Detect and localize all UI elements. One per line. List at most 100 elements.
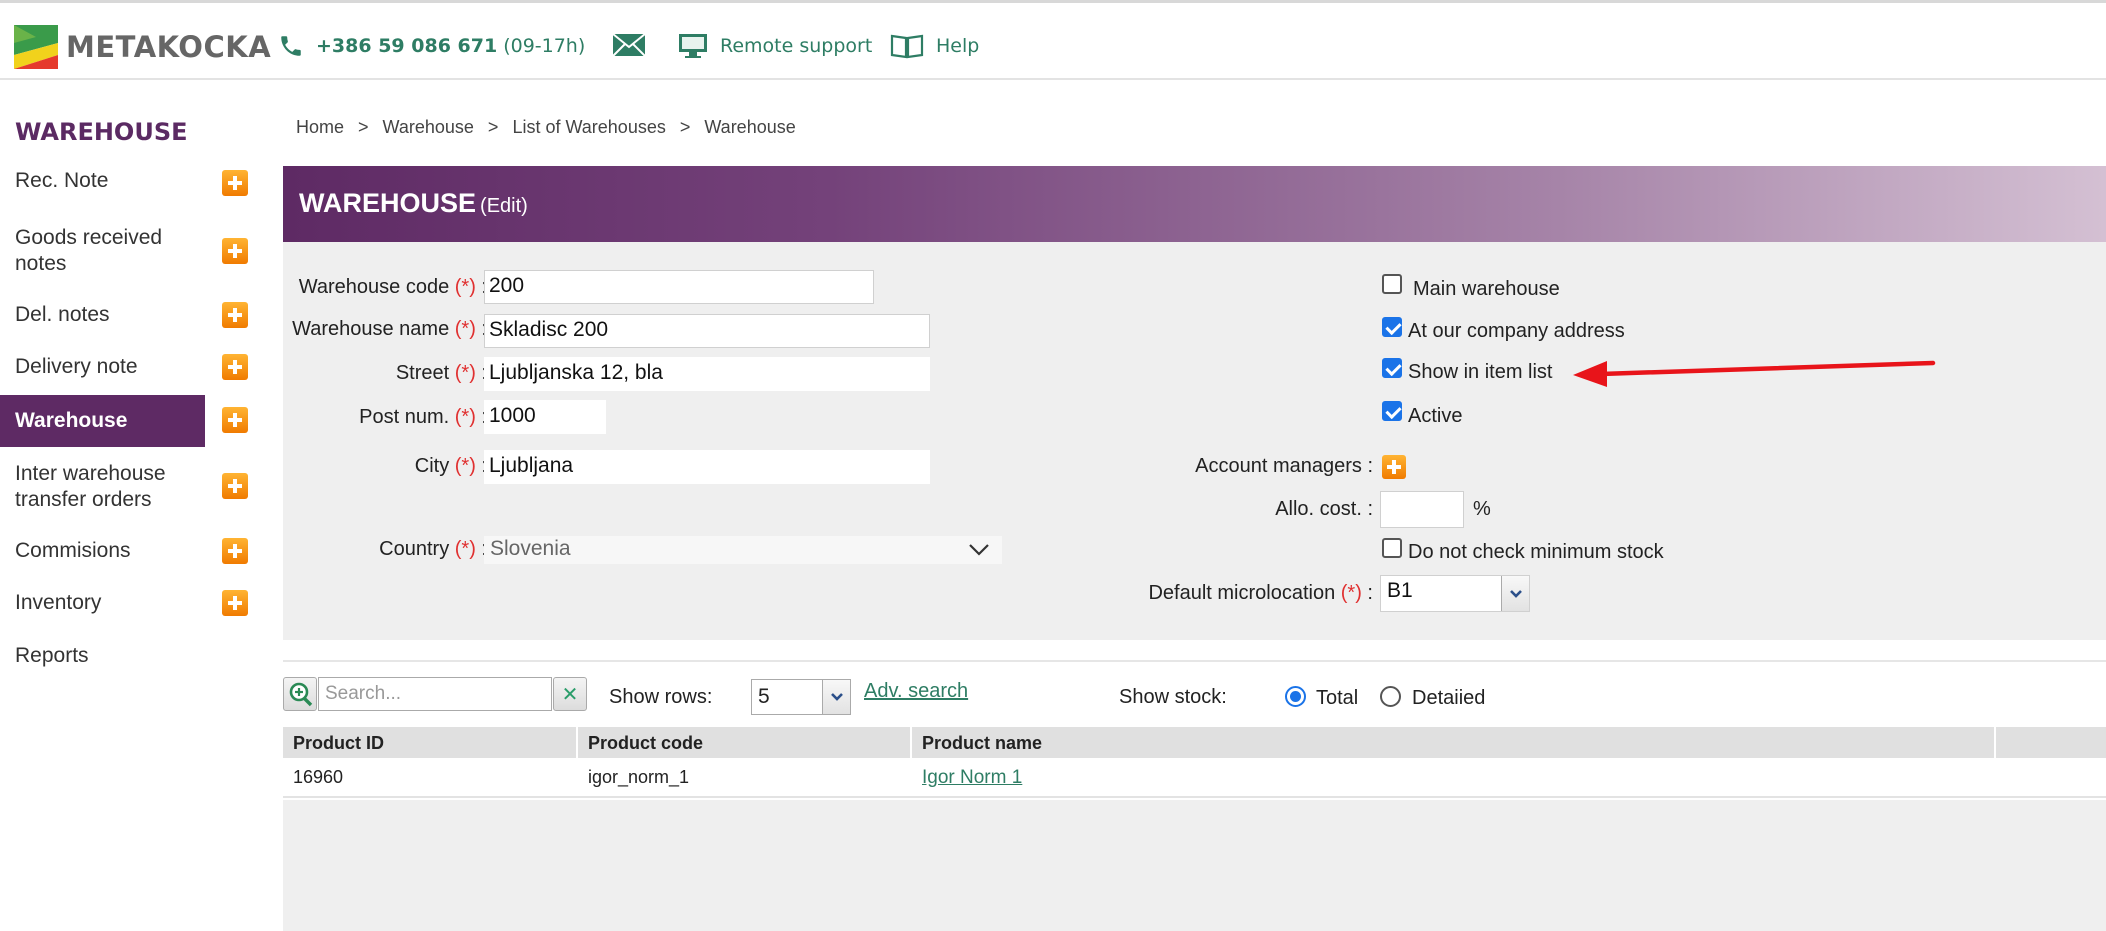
- street-label: Street (*) :: [395, 362, 487, 384]
- remote-support-link[interactable]: Remote support: [678, 33, 872, 59]
- default-microlocation-label: Default microlocation (*) :: [1148, 582, 1373, 604]
- add-inventory-icon[interactable]: [222, 590, 248, 616]
- post-num-field[interactable]: 1000: [484, 400, 606, 434]
- page-header-banner: WAREHOUSE (Edit): [283, 166, 2106, 242]
- breadcrumb-list-of-warehouses[interactable]: List of Warehouses: [512, 117, 665, 138]
- breadcrumb-home[interactable]: Home: [296, 117, 344, 138]
- country-value: Slovenia: [490, 537, 571, 560]
- column-header-product-name[interactable]: Product name: [912, 727, 1996, 758]
- show-stock-label: Show stock:: [1119, 686, 1227, 708]
- country-select[interactable]: Slovenia: [484, 536, 1002, 564]
- post-num-label: Post num. (*) :: [359, 406, 487, 428]
- breadcrumb-warehouse[interactable]: Warehouse: [383, 117, 474, 138]
- warehouse-code-label: Warehouse code (*) :: [298, 276, 487, 298]
- allo-cost-field[interactable]: [1380, 491, 1464, 528]
- sidebar-item-inter-warehouse-transfer-orders[interactable]: Inter warehouse transfer orders: [0, 460, 205, 514]
- phone-number: +386 59 086 671: [316, 35, 498, 57]
- stock-total-radio[interactable]: [1285, 686, 1306, 707]
- add-rec-note-icon[interactable]: [222, 170, 248, 196]
- help-label: Help: [936, 35, 980, 57]
- show-rows-label: Show rows:: [609, 686, 713, 708]
- active-checkbox[interactable]: [1382, 401, 1402, 421]
- envelope-icon: [612, 33, 646, 57]
- warehouse-name-field[interactable]: Skladisc 200: [484, 314, 930, 348]
- add-commision-icon[interactable]: [222, 538, 248, 564]
- main-warehouse-label: Main warehouse: [1413, 278, 1560, 300]
- phone-contact[interactable]: +386 59 086 671 (09-17h): [278, 33, 585, 59]
- microlocation-dropdown-button[interactable]: [1501, 576, 1529, 611]
- monitor-icon: [678, 33, 708, 59]
- chevron-down-icon: [1509, 589, 1522, 598]
- warehouse-code-field[interactable]: 200: [484, 270, 874, 304]
- sidebar-item-label: Inter warehouse transfer orders: [15, 462, 166, 511]
- show-in-item-list-checkbox[interactable]: [1382, 358, 1402, 378]
- country-label: Country (*) :: [379, 538, 487, 560]
- add-account-manager-icon[interactable]: [1382, 455, 1406, 479]
- sidebar-item-label: Del. notes: [15, 303, 110, 326]
- sidebar-item-delivery-note[interactable]: Delivery note: [0, 352, 205, 382]
- logo[interactable]: METAKOCKA: [14, 25, 271, 69]
- no-min-stock-label: Do not check minimum stock: [1408, 541, 1664, 563]
- email-link[interactable]: [612, 33, 658, 57]
- page-title: WAREHOUSE (Edit): [299, 188, 528, 219]
- add-del-note-icon[interactable]: [222, 302, 248, 328]
- sidebar-item-goods-received-notes[interactable]: Goods received notes: [0, 224, 205, 278]
- breadcrumb: Home > Warehouse > List of Warehouses > …: [296, 117, 796, 138]
- show-in-item-list-label: Show in item list: [1408, 361, 1553, 383]
- add-warehouse-icon[interactable]: [222, 407, 248, 433]
- table-header: Product ID Product code Product name: [283, 727, 2106, 758]
- adv-search-link[interactable]: Adv. search: [864, 680, 968, 703]
- sidebar-item-warehouse[interactable]: Warehouse: [0, 395, 205, 447]
- sidebar-item-rec-note[interactable]: Rec. Note: [0, 166, 205, 196]
- no-min-stock-checkbox[interactable]: [1382, 538, 1402, 558]
- add-delivery-note-icon[interactable]: [222, 354, 248, 380]
- warehouse-name-label: Warehouse name (*) :: [292, 318, 487, 340]
- table-empty-area: [283, 800, 2106, 931]
- sidebar-item-label: Reports: [15, 644, 89, 667]
- search-icon: [289, 682, 313, 707]
- stock-detailed-label: Detaiied: [1412, 687, 1486, 709]
- sidebar: WAREHOUSE Rec. Note Goods received notes…: [0, 82, 282, 931]
- chevron-down-icon: [830, 693, 843, 701]
- search-input[interactable]: Search...: [318, 677, 552, 711]
- company-address-checkbox[interactable]: [1382, 317, 1402, 337]
- page-mode: (Edit): [480, 195, 528, 217]
- column-header-product-id[interactable]: Product ID: [283, 727, 578, 758]
- column-header-product-code[interactable]: Product code: [578, 727, 912, 758]
- warehouse-form: Warehouse code (*) : 200 Warehouse name …: [283, 242, 2106, 640]
- breadcrumb-separator: >: [679, 117, 691, 137]
- allo-cost-label: Allo. cost. :: [1275, 498, 1373, 520]
- city-label: City (*) :: [414, 455, 487, 477]
- book-icon: [890, 33, 924, 59]
- add-goods-received-note-icon[interactable]: [222, 238, 248, 264]
- main-warehouse-checkbox[interactable]: [1382, 274, 1402, 294]
- search-button[interactable]: [283, 677, 317, 711]
- cell-product-name: Igor Norm 1: [912, 758, 1996, 796]
- sidebar-item-label: Commisions: [15, 539, 131, 562]
- cell-product-id: 16960: [293, 767, 344, 787]
- clear-search-button[interactable]: ✕: [553, 677, 587, 711]
- default-microlocation-select[interactable]: B1: [1380, 575, 1530, 612]
- show-rows-select[interactable]: 5: [751, 679, 851, 715]
- sidebar-item-del-notes[interactable]: Del. notes: [0, 300, 205, 330]
- table-row[interactable]: 16960 igor_norm_1 Igor Norm 1: [283, 758, 2106, 798]
- breadcrumb-current: Warehouse: [704, 117, 796, 137]
- chevron-down-icon: [969, 544, 989, 556]
- sidebar-item-reports[interactable]: Reports: [0, 641, 205, 671]
- page-title-text: WAREHOUSE: [299, 188, 477, 218]
- phone-hours: (09-17h): [503, 35, 586, 57]
- stock-detailed-radio[interactable]: [1380, 686, 1401, 707]
- breadcrumb-separator: >: [487, 117, 499, 137]
- add-transfer-order-icon[interactable]: [222, 473, 248, 499]
- allo-cost-unit: %: [1473, 498, 1491, 520]
- sidebar-item-inventory[interactable]: Inventory: [0, 588, 205, 618]
- remote-support-label: Remote support: [720, 35, 873, 57]
- show-rows-dropdown-button[interactable]: [822, 680, 850, 714]
- default-microlocation-value: B1: [1387, 579, 1413, 602]
- street-field[interactable]: Ljubljanska 12, bla: [484, 357, 930, 391]
- city-field[interactable]: Ljubljana: [484, 450, 930, 484]
- product-name-link[interactable]: Igor Norm 1: [922, 767, 1022, 788]
- help-link[interactable]: Help: [890, 33, 979, 59]
- grid-divider: [283, 660, 2106, 662]
- sidebar-item-commisions[interactable]: Commisions: [0, 536, 205, 566]
